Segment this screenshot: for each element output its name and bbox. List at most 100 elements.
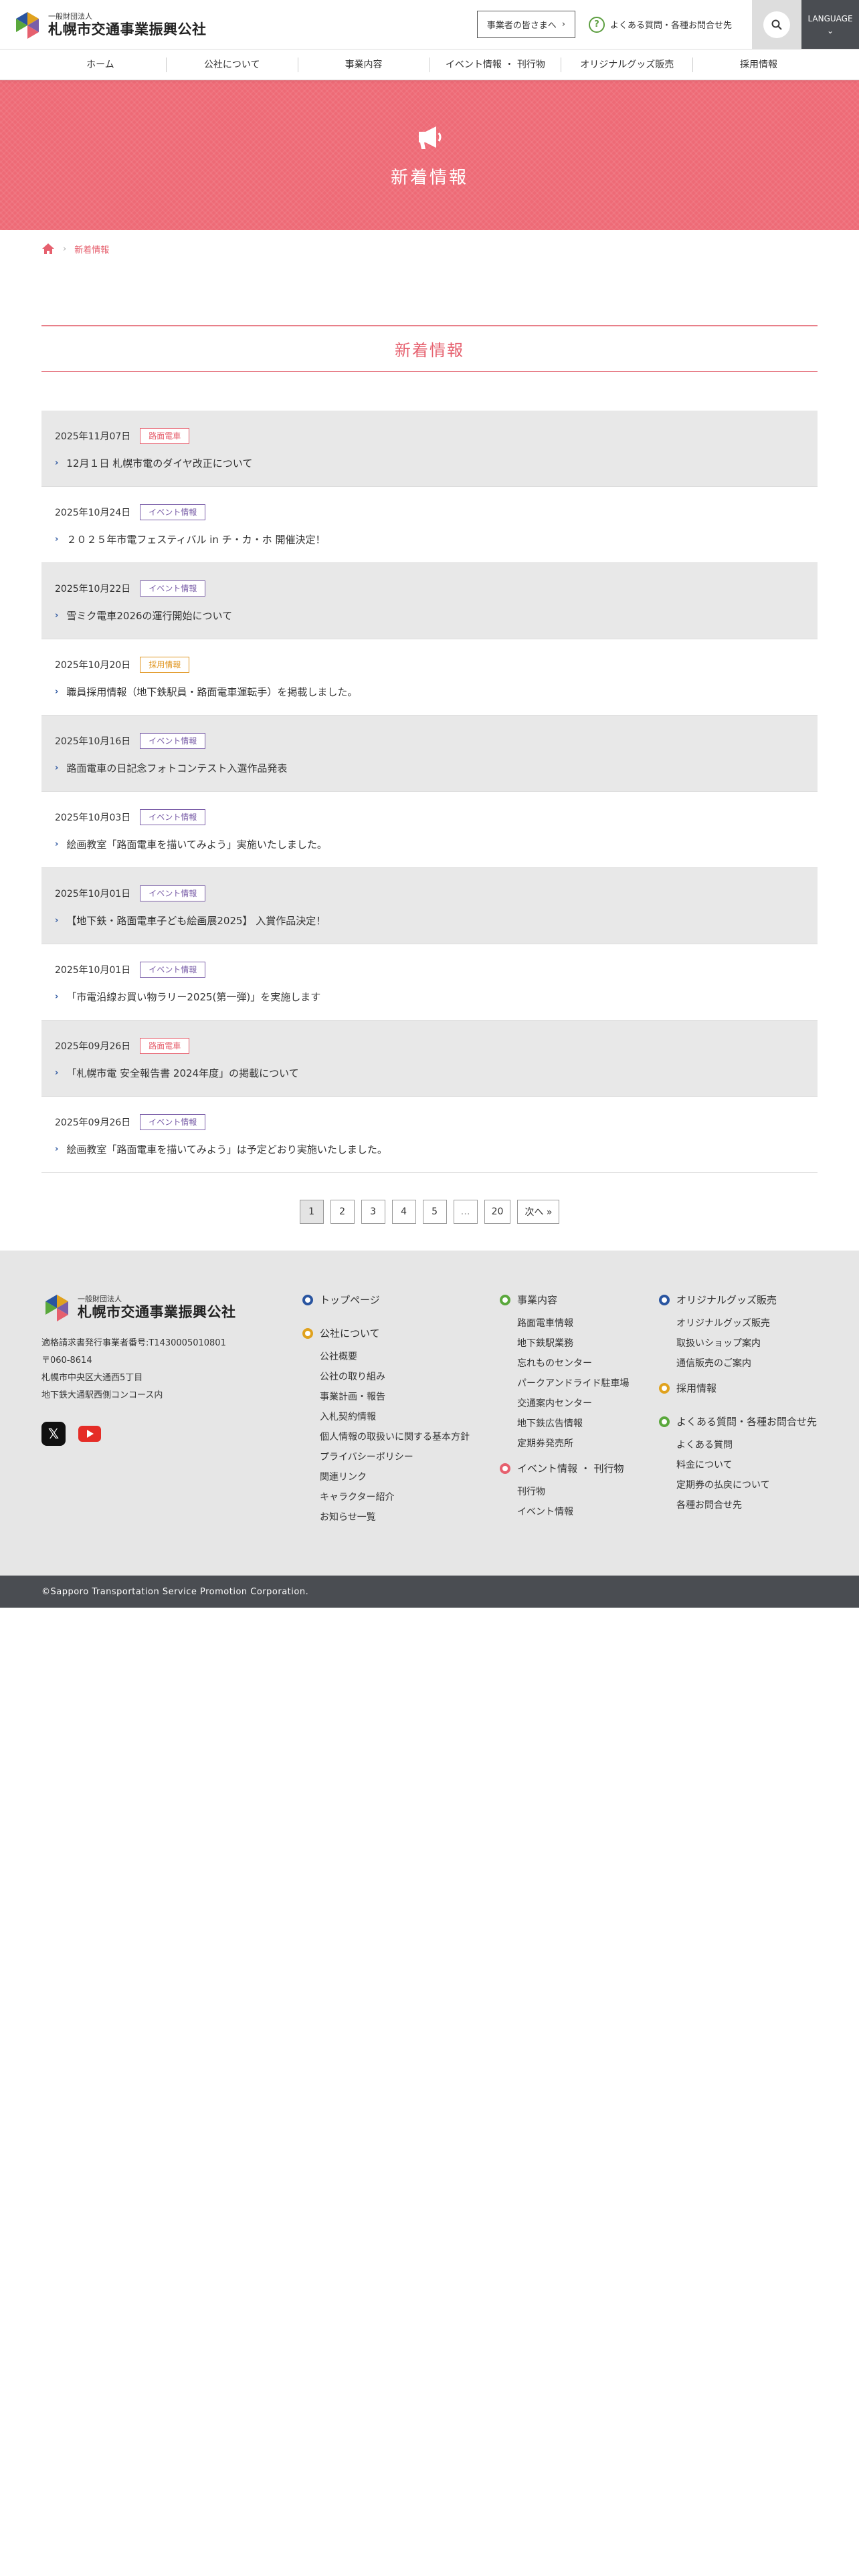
footer-info: 適格請求書発行事業者番号:T1430005010801 〒060-8614 札幌… (41, 1335, 302, 1404)
footer-link[interactable]: 地下鉄広告情報 (517, 1416, 659, 1431)
news-date: 2025年10月24日 (55, 508, 131, 518)
footer-link[interactable]: イベント情報 (517, 1505, 659, 1519)
news-title[interactable]: 職員採用情報（地下鉄駅員・路面電車運転手）を掲載しました。 (66, 685, 357, 699)
logo-mark-icon (45, 1295, 68, 1321)
x-twitter-icon[interactable]: 𝕏 (41, 1422, 66, 1446)
footer-link[interactable]: お知らせ一覧 (320, 1510, 500, 1525)
nav-item-recruit[interactable]: 採用情報 (693, 58, 824, 72)
news-item[interactable]: 2025年10月03日 イベント情報 › 絵画教室「路面電車を描いてみよう」実施いた… (41, 792, 818, 868)
page-button-20[interactable]: 20 (484, 1200, 511, 1224)
footer-link[interactable]: 料金について (676, 1458, 818, 1473)
green-dot-icon (659, 1416, 670, 1427)
footer-link[interactable]: 個人情報の取扱いに関する基本方針 (320, 1430, 500, 1444)
news-title[interactable]: ２０２５年市電フェスティバル in チ・カ・ホ 開催決定！ (66, 532, 325, 546)
page-button-2[interactable]: 2 (330, 1200, 355, 1224)
page-button-1[interactable]: 1 (299, 1200, 324, 1224)
site-logo[interactable]: 一般財団法人 札幌市交通事業振興公社 (0, 0, 207, 49)
footer-link[interactable]: 入札契約情報 (320, 1410, 500, 1424)
news-item[interactable]: 2025年10月16日 イベント情報 › 路面電車の日記念フォトコンテスト入選作品発… (41, 716, 818, 792)
footer-logo[interactable]: 一般財団法人 札幌市交通事業振興公社 (41, 1292, 302, 1323)
news-item[interactable]: 2025年09月26日 路面電車 › 「札幌市電 安全報告書 2024年度」の掲載に… (41, 1021, 818, 1097)
footer-link[interactable]: 定期券発売所 (517, 1436, 659, 1451)
news-item[interactable]: 2025年10月24日 イベント情報 › ２０２５年市電フェスティバル in チ・カ… (41, 487, 818, 563)
chevron-right-icon: › (55, 992, 59, 1002)
search-button[interactable] (752, 0, 801, 49)
footer-link-events[interactable]: イベント情報 ・ 刊行物 (500, 1461, 659, 1477)
news-item[interactable]: 2025年09月26日 イベント情報 › 絵画教室「路面電車を描いてみよう」は予定ど… (41, 1097, 818, 1173)
footer-link[interactable]: キャラクター紹介 (320, 1490, 500, 1505)
home-icon[interactable] (41, 243, 55, 255)
postal-code: 〒060-8614 (41, 1356, 92, 1366)
footer-link[interactable]: パークアンドライド駐車場 (517, 1376, 659, 1391)
news-item[interactable]: 2025年10月22日 イベント情報 › 雪ミク電車2026の運行開始について (41, 563, 818, 639)
footer-link[interactable]: 地下鉄駅業務 (517, 1336, 659, 1351)
nav-item-business[interactable]: 事業内容 (298, 57, 430, 72)
language-button[interactable]: LANGUAGE ⌄ (801, 0, 859, 49)
news-title[interactable]: 「市電沿線お買い物ラリー2025(第一弾)」を実施します (66, 990, 320, 1004)
news-category-tag: イベント情報 (140, 733, 206, 749)
page-button-4[interactable]: 4 (391, 1200, 416, 1224)
breadcrumb: › 新着情報 (0, 230, 859, 267)
footer-link[interactable]: 忘れものセンター (517, 1356, 659, 1371)
news-date: 2025年10月01日 (55, 889, 131, 899)
news-category-tag: 路面電車 (140, 428, 190, 444)
youtube-icon[interactable] (78, 1422, 102, 1446)
news-category-tag: 路面電車 (140, 1038, 190, 1054)
footer-link[interactable]: 定期券の払戻について (676, 1478, 818, 1493)
nav-item-goods[interactable]: オリジナルグッズ販売 (561, 57, 694, 72)
news-title[interactable]: 絵画教室「路面電車を描いてみよう」実施いたしました。 (66, 837, 327, 851)
nav-item-home[interactable]: ホーム (35, 57, 167, 72)
footer-link[interactable]: 路面電車情報 (517, 1316, 659, 1331)
footer-link[interactable]: 刊行物 (517, 1485, 659, 1499)
site-header: 一般財団法人 札幌市交通事業振興公社 事業者の皆さまへ › ? よくある質問・各… (0, 0, 859, 49)
footer-link[interactable]: 事業計画・報告 (320, 1390, 500, 1404)
footer-link-recruit[interactable]: 採用情報 (659, 1380, 818, 1396)
footer-heading: イベント情報 ・ 刊行物 (517, 1463, 624, 1475)
invoice-number: 適格請求書発行事業者番号:T1430005010801 (41, 1338, 226, 1348)
news-item[interactable]: 2025年10月01日 イベント情報 › 「市電沿線お買い物ラリー2025(第一弾)… (41, 944, 818, 1021)
news-item[interactable]: 2025年11月07日 路面電車 › 12月１日 札幌市電のダイヤ改正について (41, 411, 818, 487)
business-button[interactable]: 事業者の皆さまへ › (476, 11, 575, 38)
footer-link[interactable]: よくある質問 (676, 1438, 818, 1453)
blue-dot-icon (659, 1295, 670, 1305)
page-button-3[interactable]: 3 (361, 1200, 385, 1224)
footer-link[interactable]: オリジナルグッズ販売 (676, 1316, 818, 1331)
next-page-button[interactable]: 次へ » (517, 1200, 560, 1224)
chevron-right-icon: › (55, 763, 59, 773)
news-title[interactable]: 【地下鉄・路面電車子ども絵画展2025】 入賞作品決定！ (66, 914, 326, 928)
news-title[interactable]: 「札幌市電 安全報告書 2024年度」の掲載について (66, 1066, 298, 1080)
news-title[interactable]: 12月１日 札幌市電のダイヤ改正について (66, 456, 252, 470)
news-title[interactable]: 絵画教室「路面電車を描いてみよう」は予定どおり実施いたしました。 (66, 1142, 387, 1156)
social-links: 𝕏 (41, 1422, 302, 1446)
footer-link-faq[interactable]: よくある質問・各種お問合せ先 (659, 1414, 818, 1430)
nav-item-events[interactable]: イベント情報 ・ 刊行物 (430, 57, 562, 72)
logo-mark-icon (16, 11, 39, 39)
nav-item-about[interactable]: 公社について (167, 57, 298, 72)
news-date: 2025年10月22日 (55, 584, 131, 595)
section-title: 新着情報 (41, 325, 818, 372)
footer-link-goods[interactable]: オリジナルグッズ販売 (659, 1292, 818, 1308)
news-title[interactable]: 雪ミク電車2026の運行開始について (66, 609, 232, 623)
faq-link[interactable]: ? よくある質問・各種お問合せ先 (588, 0, 752, 49)
footer-link[interactable]: 各種お問合せ先 (676, 1498, 818, 1513)
footer-link[interactable]: 公社の取り組み (320, 1370, 500, 1384)
footer-link-about[interactable]: 公社について (302, 1325, 500, 1341)
footer-link[interactable]: 公社概要 (320, 1350, 500, 1364)
footer-link-top[interactable]: トップページ (302, 1292, 500, 1308)
page-button-5[interactable]: 5 (422, 1200, 447, 1224)
news-title[interactable]: 路面電車の日記念フォトコンテスト入選作品発表 (66, 761, 287, 775)
chevron-right-icon: › (55, 534, 59, 544)
footer-link[interactable]: プライバシーポリシー (320, 1450, 500, 1465)
news-item[interactable]: 2025年10月01日 イベント情報 › 【地下鉄・路面電車子ども絵画展2025】 … (41, 868, 818, 944)
news-item[interactable]: 2025年10月20日 採用情報 › 職員採用情報（地下鉄駅員・路面電車運転手）を掲… (41, 639, 818, 716)
footer-heading: 採用情報 (676, 1382, 717, 1394)
footer-heading: 事業内容 (517, 1294, 558, 1306)
footer-link[interactable]: 交通案内センター (517, 1396, 659, 1411)
footer-link[interactable]: 関連リンク (320, 1470, 500, 1485)
footer-link-business[interactable]: 事業内容 (500, 1292, 659, 1308)
breadcrumb-separator: › (63, 243, 67, 254)
footer-link[interactable]: 通信販売のご案内 (676, 1356, 818, 1371)
footer-link[interactable]: 取扱いショップ案内 (676, 1336, 818, 1351)
business-button-label: 事業者の皆さまへ (486, 21, 557, 31)
footer-heading: トップページ (320, 1294, 380, 1306)
